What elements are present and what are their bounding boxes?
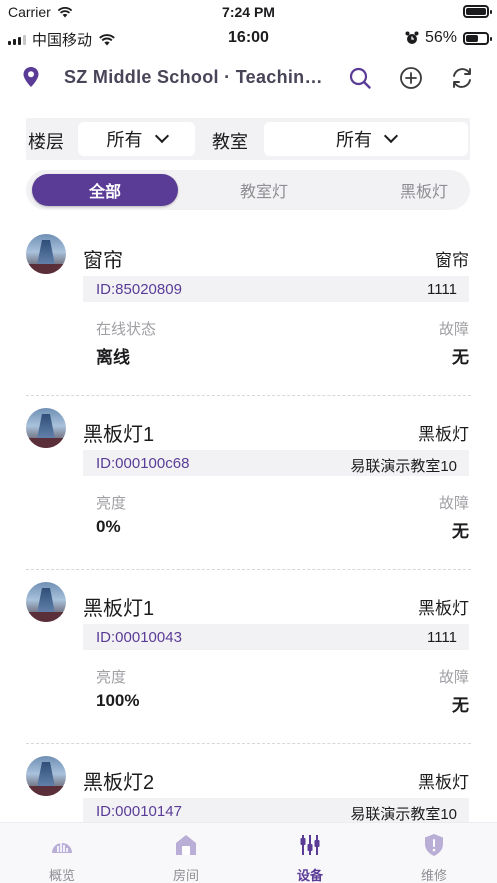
app-header: SZ Middle School · Teaching Building: [0, 56, 497, 100]
device-card[interactable]: 黑板灯1 黑板灯 ID:000100c68 易联演示教室10 亮度 0% 故障 …: [0, 396, 497, 570]
floor-value: 所有: [106, 130, 143, 150]
device-fault-key: 故障: [438, 495, 469, 512]
device-fault-value: 无: [452, 348, 469, 367]
device-room: 易联演示教室10: [350, 806, 457, 822]
nav-repair[interactable]: 维修: [372, 823, 496, 883]
device-id: ID:00010043: [96, 629, 182, 646]
status-time: 7:24 PM: [222, 4, 275, 20]
device-room: 易联演示教室10: [350, 458, 457, 475]
tab-all[interactable]: 全部: [32, 174, 178, 206]
device-brightness-key: 亮度: [96, 495, 127, 512]
device-brightness-key: 亮度: [96, 669, 127, 686]
tab-blackboard-light[interactable]: 黑板灯: [350, 174, 497, 206]
device-status-key: 在线状态: [96, 321, 157, 338]
device-id-row: ID:85020809 1111: [83, 276, 469, 302]
device-sliders-icon: [300, 835, 320, 855]
device-type-tabs: 全部 教室灯 黑板灯: [26, 170, 470, 210]
device-avatar: [26, 408, 66, 448]
device-type: 窗帘: [435, 251, 469, 270]
device-avatar: [26, 582, 66, 622]
battery-icon: [463, 5, 492, 18]
chevron-down-icon: [383, 128, 399, 144]
device-id-row: ID:00010147 易联演示教室10: [83, 798, 469, 822]
device-name: 黑板灯1: [83, 424, 155, 446]
search-icon[interactable]: [347, 65, 373, 91]
nav-devices-label: 设备: [296, 868, 323, 883]
nav-rooms[interactable]: 房间: [124, 823, 248, 883]
device-fault-key: 故障: [438, 669, 469, 686]
chevron-down-icon: [154, 128, 169, 144]
device-fault-value: 无: [452, 522, 469, 541]
tab-classroom-light[interactable]: 教室灯: [191, 174, 337, 206]
device-card[interactable]: 黑板灯1 黑板灯 ID:00010043 1111 亮度 100% 故障 无: [0, 570, 497, 744]
device-name: 黑板灯1: [83, 598, 155, 620]
device-name: 黑板灯2: [83, 772, 155, 794]
nav-rooms-label: 房间: [172, 868, 199, 883]
nav-overview[interactable]: 概览: [0, 823, 124, 883]
device-id: ID:000100c68: [96, 455, 190, 472]
nav-devices[interactable]: 设备: [248, 823, 372, 883]
device-brightness-value: 100%: [96, 691, 140, 710]
add-icon[interactable]: [398, 65, 424, 91]
room-house-icon: [176, 835, 196, 855]
refresh-icon[interactable]: [449, 65, 475, 91]
bottom-tab-bar: 概览 房间 设备 维修: [0, 822, 497, 883]
device-type: 黑板灯: [418, 599, 469, 618]
device-type: 黑板灯: [418, 425, 469, 444]
device-fault-value: 无: [452, 696, 469, 715]
device-status-value: 离线: [96, 348, 130, 367]
classroom-value: 所有: [336, 130, 372, 150]
repair-shield-icon: [425, 834, 443, 856]
device-brightness-value: 0%: [96, 517, 121, 536]
device-status-bar: 中国移动 16:00 56%: [0, 24, 497, 52]
device-fault-key: 故障: [438, 321, 469, 338]
alarm-clock-icon: [405, 31, 419, 44]
classroom-dropdown[interactable]: 所有: [264, 122, 468, 156]
device-id-row: ID:00010043 1111: [83, 624, 469, 650]
device-id: ID:85020809: [96, 281, 182, 298]
battery-percent: 56%: [424, 29, 457, 46]
device-id: ID:00010147: [96, 803, 182, 820]
device-id-row: ID:000100c68 易联演示教室10: [83, 450, 469, 476]
device-card[interactable]: 窗帘 窗帘 ID:85020809 1111 在线状态 离线 故障 无: [0, 222, 497, 396]
device-name: 窗帘: [83, 250, 123, 272]
simulator-status-bar: Carrier 7:24 PM: [0, 0, 497, 24]
overview-chart-icon: [52, 843, 72, 853]
device-list[interactable]: 窗帘 窗帘 ID:85020809 1111 在线状态 离线 故障 无 黑板灯1…: [0, 222, 497, 822]
battery-icon: [463, 31, 492, 45]
device-room: 1111: [426, 281, 457, 298]
device-avatar: [26, 234, 66, 274]
nav-overview-label: 概览: [48, 868, 75, 883]
device-card[interactable]: 黑板灯2 黑板灯 ID:00010147 易联演示教室10: [0, 744, 497, 822]
location-pin-icon[interactable]: [22, 66, 40, 88]
floor-dropdown[interactable]: 所有: [78, 122, 195, 156]
page-title[interactable]: SZ Middle School · Teaching Building: [64, 67, 326, 88]
floor-label: 楼层: [28, 132, 64, 152]
device-room: 1111: [426, 629, 457, 646]
device-type: 黑板灯: [418, 773, 469, 792]
nav-repair-label: 维修: [420, 868, 447, 883]
classroom-label: 教室: [212, 132, 248, 152]
device-avatar: [26, 756, 66, 796]
filter-bar: 楼层 所有 教室 所有: [26, 118, 470, 160]
